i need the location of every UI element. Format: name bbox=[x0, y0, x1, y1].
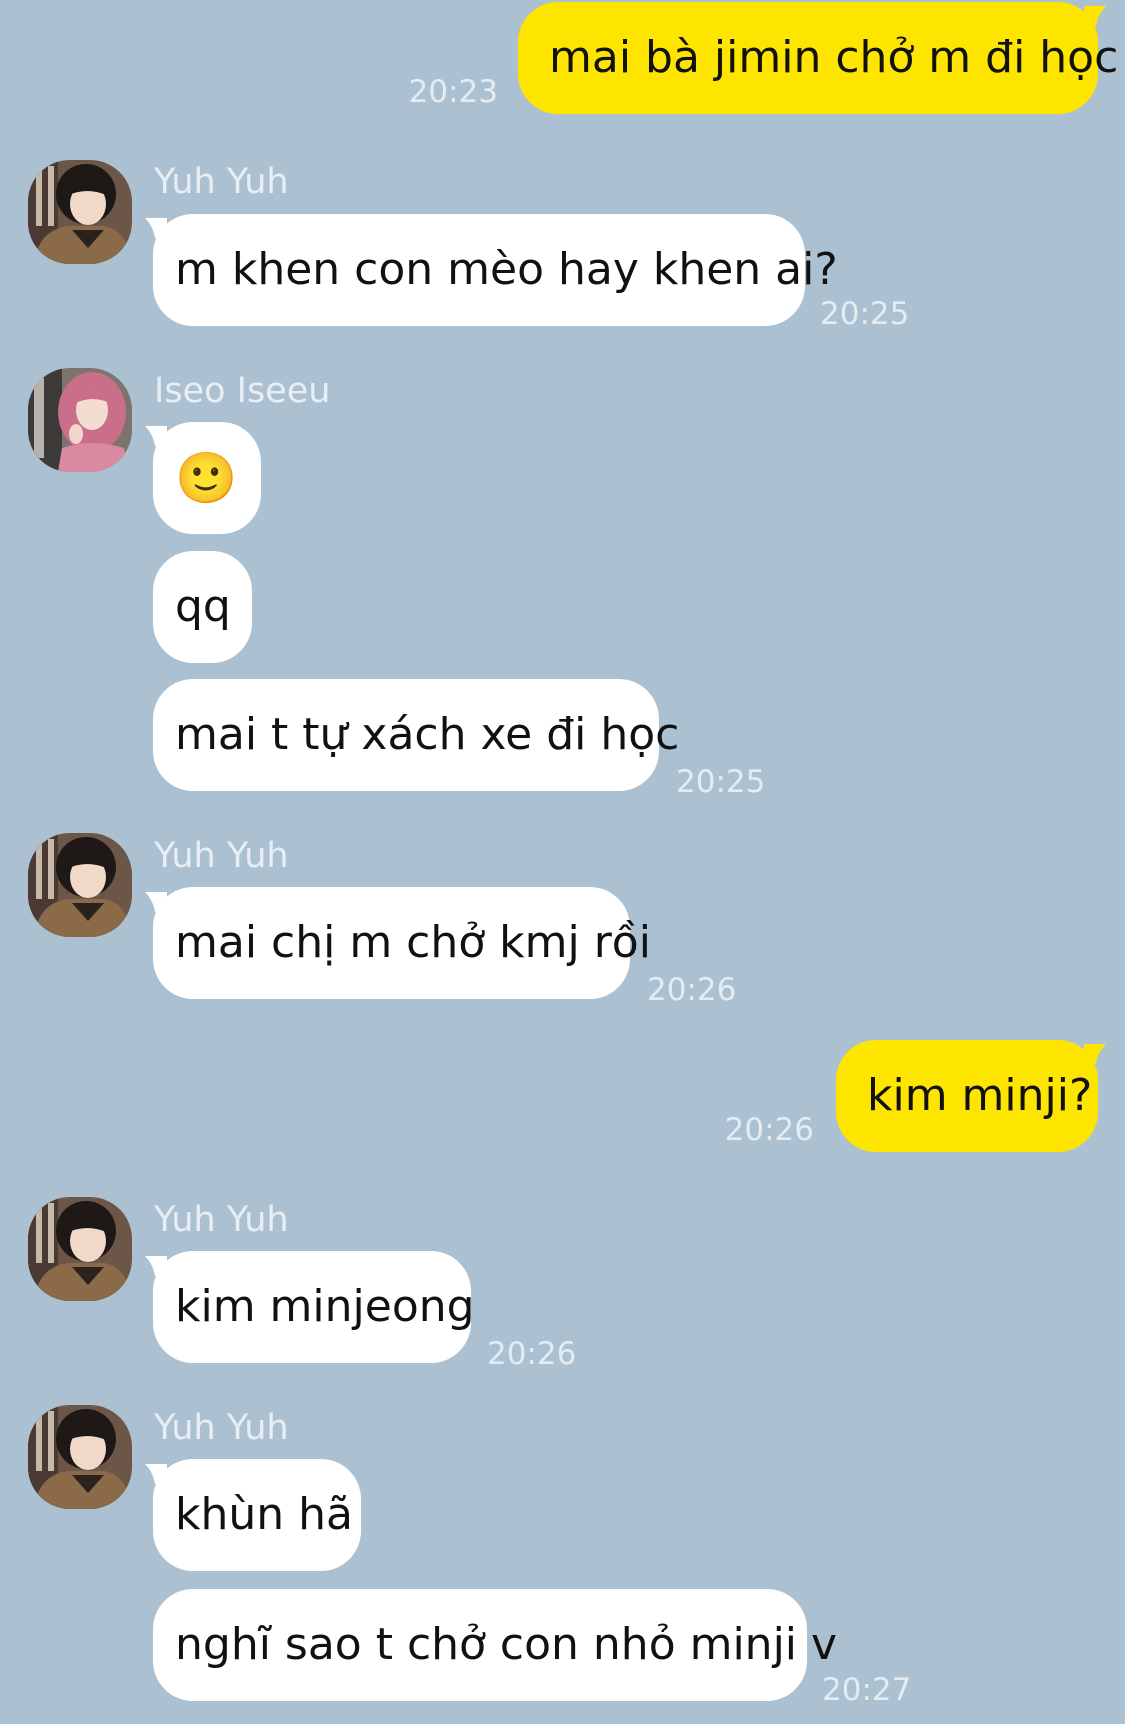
message-timestamp: 20:25 bbox=[676, 764, 766, 800]
avatar-photo-icon bbox=[28, 368, 132, 472]
avatar[interactable] bbox=[28, 833, 132, 937]
message-bubble-incoming[interactable]: mai t tự xách xe đi học bbox=[153, 679, 679, 791]
message-text: m khen con mèo hay khen ai? bbox=[175, 244, 838, 295]
emoji-slightly-smiling-icon: 🙂 bbox=[175, 449, 238, 507]
message-text: kim minji? bbox=[867, 1070, 1093, 1121]
message-bubble-outgoing[interactable]: mai bà jimin chở m đi học bbox=[518, 2, 1118, 114]
message-text: khùn hã bbox=[175, 1489, 353, 1540]
avatar[interactable] bbox=[28, 368, 132, 472]
message-bubble-incoming[interactable]: qq bbox=[153, 551, 252, 663]
message-text: mai t tự xách xe đi học bbox=[175, 709, 680, 760]
message-timestamp: 20:25 bbox=[820, 296, 910, 332]
message-text: nghĩ sao t chở con nhỏ minji v bbox=[175, 1619, 838, 1670]
message-text: qq bbox=[175, 581, 231, 632]
avatar-photo-icon bbox=[28, 833, 132, 937]
avatar[interactable] bbox=[28, 1405, 132, 1509]
avatar[interactable] bbox=[28, 160, 132, 264]
message-text: mai chị m chở kmj rồi bbox=[175, 917, 651, 968]
bubble-tail bbox=[1084, 1044, 1106, 1064]
avatar[interactable] bbox=[28, 1197, 132, 1301]
message-timestamp: 20:23 bbox=[408, 74, 498, 110]
avatar-photo-icon bbox=[28, 160, 132, 264]
message-text: kim minjeong bbox=[175, 1281, 475, 1332]
sender-name: Iseo Iseeu bbox=[154, 371, 331, 411]
sender-name: Yuh Yuh bbox=[154, 1200, 289, 1240]
avatar-photo-icon bbox=[28, 1405, 132, 1509]
message-timestamp: 20:26 bbox=[724, 1112, 814, 1148]
message-bubble-incoming[interactable]: 🙂 bbox=[153, 422, 261, 534]
message-bubble-incoming[interactable]: kim minjeong bbox=[153, 1251, 475, 1363]
message-timestamp: 20:27 bbox=[822, 1672, 912, 1708]
sender-name: Yuh Yuh bbox=[154, 836, 289, 876]
message-bubble-incoming[interactable]: m khen con mèo hay khen ai? bbox=[153, 214, 838, 326]
sender-name: Yuh Yuh bbox=[154, 1408, 289, 1448]
message-text: mai bà jimin chở m đi học bbox=[549, 32, 1119, 83]
message-bubble-outgoing[interactable]: kim minji? bbox=[836, 1040, 1098, 1152]
avatar-photo-icon bbox=[28, 1197, 132, 1301]
message-bubble-incoming[interactable]: nghĩ sao t chở con nhỏ minji v bbox=[153, 1589, 837, 1701]
message-bubble-incoming[interactable]: khùn hã bbox=[153, 1459, 361, 1571]
bubble-tail bbox=[1084, 6, 1106, 26]
message-bubble-incoming[interactable]: mai chị m chở kmj rồi bbox=[153, 887, 651, 999]
message-timestamp: 20:26 bbox=[487, 1336, 577, 1372]
sender-name: Yuh Yuh bbox=[154, 162, 289, 202]
message-timestamp: 20:26 bbox=[647, 972, 737, 1008]
